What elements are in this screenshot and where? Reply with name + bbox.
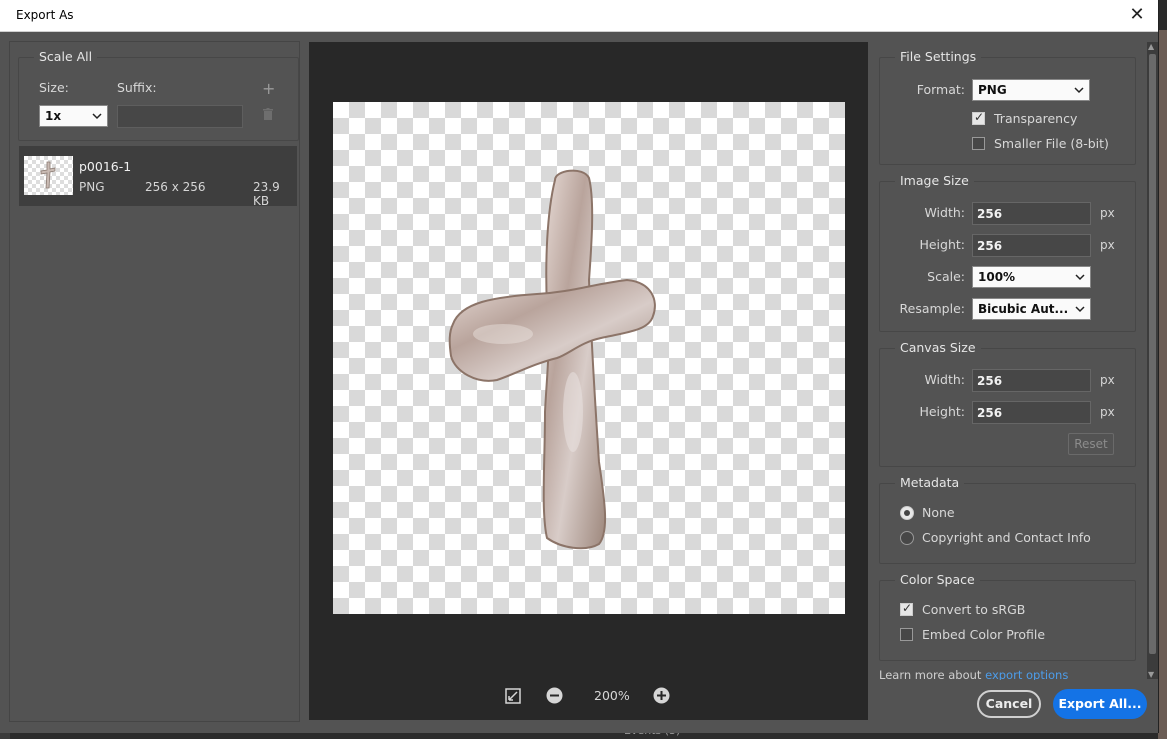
canvas-width-label: Width:	[924, 372, 965, 387]
convert-srgb-label: Convert to sRGB	[922, 602, 1026, 617]
image-width-label: Width:	[924, 205, 965, 220]
window-title: Export As	[16, 8, 74, 22]
file-settings-title: File Settings	[895, 49, 982, 64]
image-width-input[interactable]: 256	[972, 202, 1091, 225]
trash-icon[interactable]	[263, 108, 273, 120]
resample-select-value: Bicubic Aut...	[978, 302, 1069, 316]
zoom-controls: 200%	[309, 680, 868, 710]
canvas-width-unit: px	[1100, 373, 1115, 387]
asset-thumbnail	[24, 156, 73, 195]
smaller-file-checkbox[interactable]	[972, 137, 985, 150]
convert-srgb-checkbox[interactable]: ✓	[900, 601, 913, 616]
cancel-button[interactable]: Cancel	[977, 690, 1041, 718]
image-height-input[interactable]: 256	[972, 234, 1091, 257]
chevron-down-icon	[92, 113, 102, 120]
resample-select[interactable]: Bicubic Aut...	[972, 298, 1091, 320]
metadata-copyright-label: Copyright and Contact Info	[922, 530, 1091, 545]
scroll-down-icon[interactable]: ▼	[1148, 670, 1154, 679]
suffix-input[interactable]	[117, 105, 243, 128]
left-panel	[9, 41, 300, 722]
scale-select[interactable]: 100%	[972, 266, 1091, 288]
resample-label: Resample:	[899, 301, 965, 316]
image-height-label: Height:	[919, 237, 965, 252]
preview-canvas[interactable]	[333, 102, 845, 614]
color-space-group	[879, 580, 1136, 661]
preview-area[interactable]: 200%	[309, 42, 868, 720]
asset-row[interactable]: p0016-1 PNG 256 x 256 23.9 KB	[19, 146, 297, 208]
learn-more-text: Learn more about export options	[879, 668, 1068, 680]
chevron-down-icon	[1075, 274, 1085, 281]
zoom-in-icon[interactable]	[653, 687, 670, 704]
scale-label: Scale:	[927, 269, 965, 284]
metadata-none-label: None	[922, 505, 955, 520]
checkmark-icon: ✓	[974, 110, 985, 124]
size-select-value: 1x	[45, 109, 62, 123]
image-width-unit: px	[1100, 206, 1115, 220]
chevron-down-icon	[1074, 87, 1084, 94]
canvas-height-label: Height:	[919, 404, 965, 419]
zoom-out-icon[interactable]	[546, 687, 563, 704]
transparency-label: Transparency	[994, 111, 1078, 126]
canvas-width-input[interactable]: 256	[972, 369, 1091, 392]
scale-all-group	[18, 57, 299, 141]
scale-select-value: 100%	[978, 270, 1016, 284]
canvas-height-unit: px	[1100, 405, 1115, 419]
scroll-up-icon[interactable]: ▲	[1148, 42, 1154, 51]
learn-more-label: Learn more about	[879, 668, 982, 680]
fit-to-view-icon[interactable]	[505, 688, 521, 704]
image-size-title: Image Size	[895, 173, 974, 188]
checkmark-icon: ✓	[902, 601, 913, 615]
scale-all-title: Scale All	[34, 49, 98, 64]
preview-image	[448, 169, 656, 550]
image-height-unit: px	[1100, 238, 1115, 252]
asset-name: p0016-1	[79, 159, 132, 174]
metadata-copyright-radio[interactable]	[900, 531, 914, 545]
smaller-file-label: Smaller File (8-bit)	[994, 136, 1109, 151]
settings-scrollbar[interactable]: ▲ ▼	[1147, 42, 1158, 679]
canvas-size-title: Canvas Size	[895, 340, 981, 355]
export-all-button[interactable]: Export All...	[1053, 689, 1147, 719]
plus-icon[interactable]: +	[262, 79, 275, 98]
size-select[interactable]: 1x	[39, 105, 108, 127]
metadata-group	[879, 483, 1136, 564]
export-as-dialog: Export As ✕ Scale All Size: Suffix: + 1x…	[0, 0, 1159, 733]
chevron-down-icon	[1075, 306, 1085, 313]
canvas-height-input[interactable]: 256	[972, 401, 1091, 424]
cross-thumbnail-icon	[40, 161, 56, 189]
format-select[interactable]: PNG	[972, 79, 1090, 101]
scrollbar-thumb[interactable]	[1149, 54, 1156, 654]
asset-format: PNG	[79, 180, 105, 194]
format-label: Format:	[916, 82, 965, 97]
close-button[interactable]: ✕	[1126, 4, 1148, 26]
metadata-none-radio[interactable]	[900, 506, 914, 520]
background-right-strip	[1158, 30, 1167, 739]
zoom-level: 200%	[594, 688, 630, 703]
asset-file-size: 23.9 KB	[253, 180, 280, 208]
embed-profile-label: Embed Color Profile	[922, 627, 1046, 642]
embed-profile-checkbox[interactable]	[900, 628, 913, 641]
export-options-link[interactable]: export options	[985, 668, 1068, 680]
size-label: Size:	[39, 80, 69, 95]
color-space-title: Color Space	[895, 572, 980, 587]
title-bar: Export As ✕	[0, 0, 1158, 32]
asset-dimensions: 256 x 256	[145, 180, 206, 194]
reset-button[interactable]: Reset	[1068, 433, 1114, 455]
format-select-value: PNG	[978, 83, 1007, 97]
metadata-title: Metadata	[895, 475, 965, 490]
suffix-label: Suffix:	[117, 80, 157, 95]
transparency-checkbox[interactable]: ✓	[972, 110, 985, 125]
